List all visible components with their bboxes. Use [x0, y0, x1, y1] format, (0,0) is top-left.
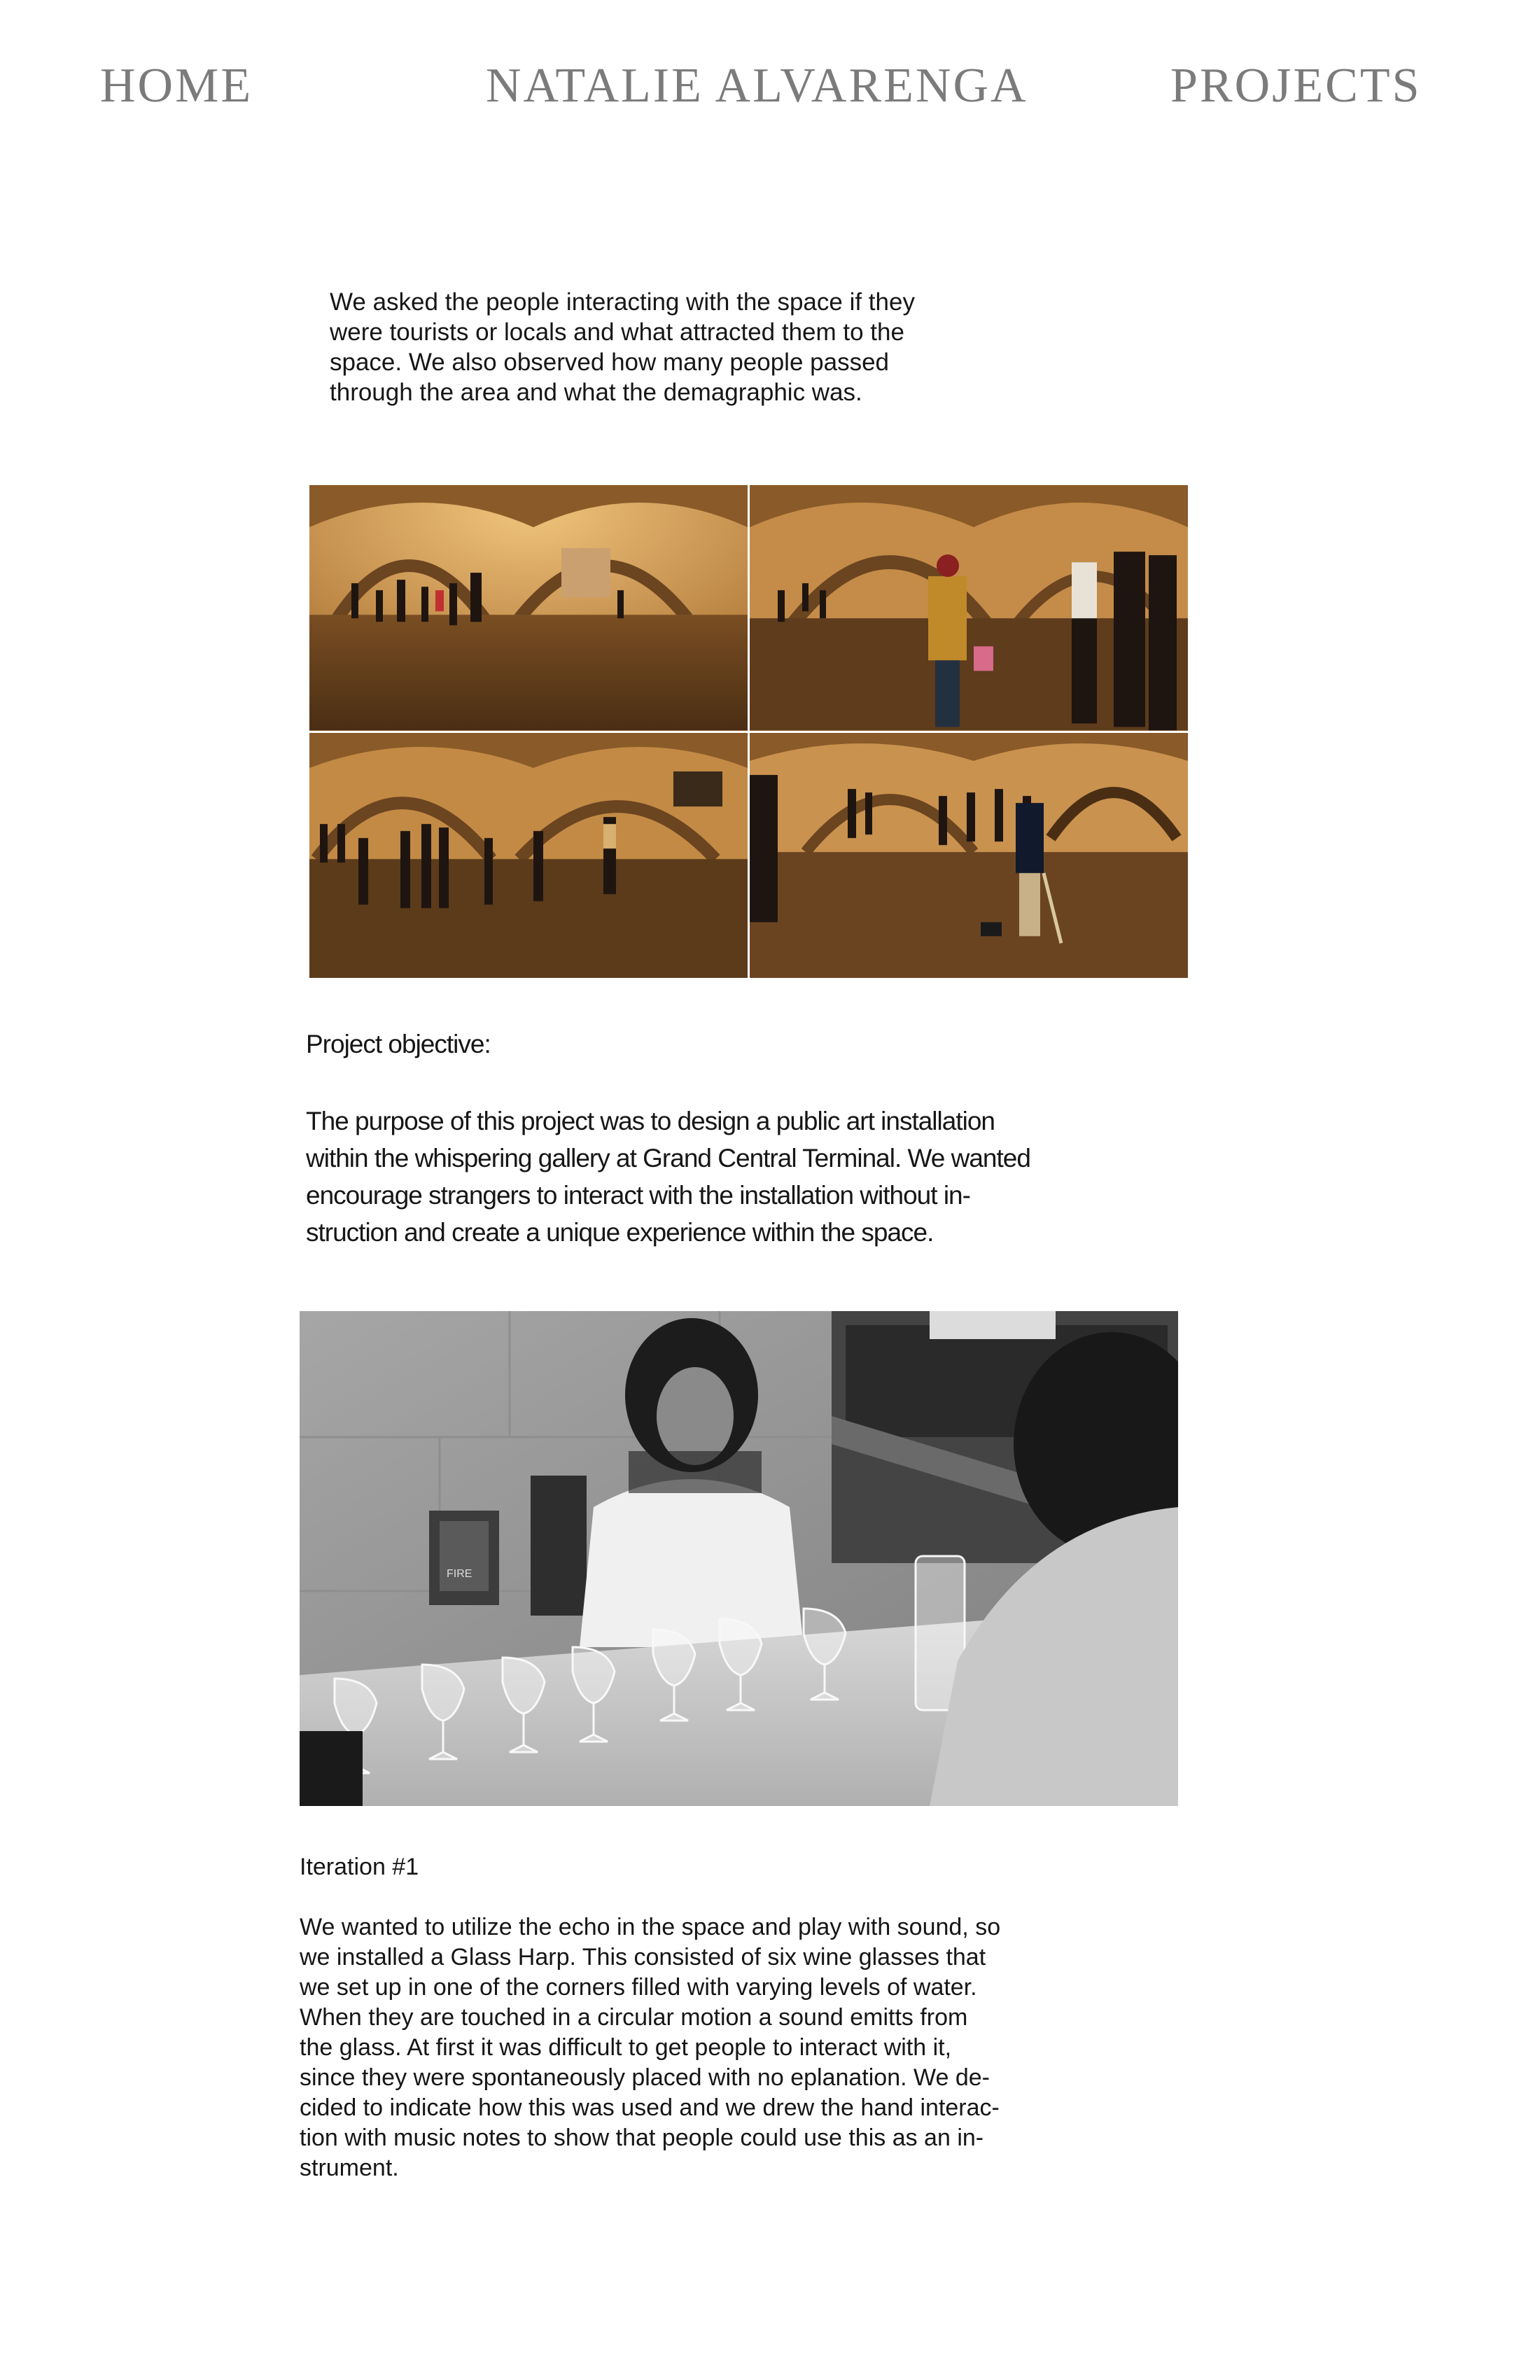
site-title-link[interactable]: NATALIE ALVARENGA: [486, 62, 1028, 111]
objective-paragraph: The purpose of this project was to desig…: [306, 1107, 1031, 1247]
whispering-gallery-cleaner-photo: [750, 732, 1188, 978]
glass-harp-photo: FIRE: [300, 1311, 1178, 1806]
nav-projects-link[interactable]: PROJECTS: [1170, 62, 1422, 111]
intro-paragraph: We asked the people interacting with the…: [330, 288, 915, 406]
whispering-gallery-crowd-photo: [309, 485, 748, 731]
whispering-gallery-travelers-photo: [750, 485, 1188, 731]
nav-home-link[interactable]: HOME: [100, 62, 253, 111]
iteration-paragraph: We wanted to utilize the echo in the spa…: [300, 1914, 1001, 2181]
fire-sign-text: FIRE: [447, 1568, 472, 1580]
iteration-heading: Iteration #1: [300, 1854, 419, 1880]
whispering-gallery-walkers-photo: [309, 732, 748, 978]
gallery-photo-grid: [309, 485, 1188, 978]
objective-heading: Project objective:: [306, 1030, 491, 1058]
